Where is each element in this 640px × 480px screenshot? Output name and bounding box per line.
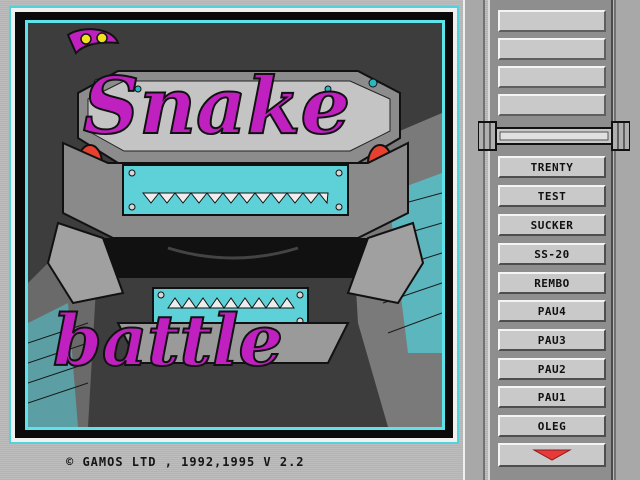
scroll-down-button[interactable] [498,443,606,467]
triangle-down-icon [532,449,572,461]
player-button[interactable]: REMBO [498,272,606,294]
player-button[interactable]: PAU1 [498,386,606,408]
player-button[interactable]: PAU3 [498,329,606,351]
title-word-2: battle [53,299,283,382]
empty-slot [498,38,606,60]
ornament-divider [478,121,630,151]
player-button[interactable]: OLEG [498,415,606,437]
side-strip-right [614,0,640,480]
copyright-text: © GAMOS LTD , 1992,1995 V 2.2 [66,455,305,469]
player-button[interactable]: TRENTY [498,156,606,178]
empty-slot [498,94,606,116]
empty-slot [498,66,606,88]
title-art-frame: Snake battle [9,6,459,444]
player-button[interactable]: PAU2 [498,358,606,380]
snake-head-illustration: Snake battle [28,23,442,427]
title-art: Snake battle [25,20,445,430]
player-button[interactable]: TEST [498,185,606,207]
title-word-1: Snake [83,61,350,152]
player-button[interactable]: SS-20 [498,243,606,265]
side-strip-left [463,0,485,480]
player-button[interactable]: SUCKER [498,214,606,236]
empty-slot [498,10,606,32]
player-button[interactable]: PAU4 [498,300,606,322]
